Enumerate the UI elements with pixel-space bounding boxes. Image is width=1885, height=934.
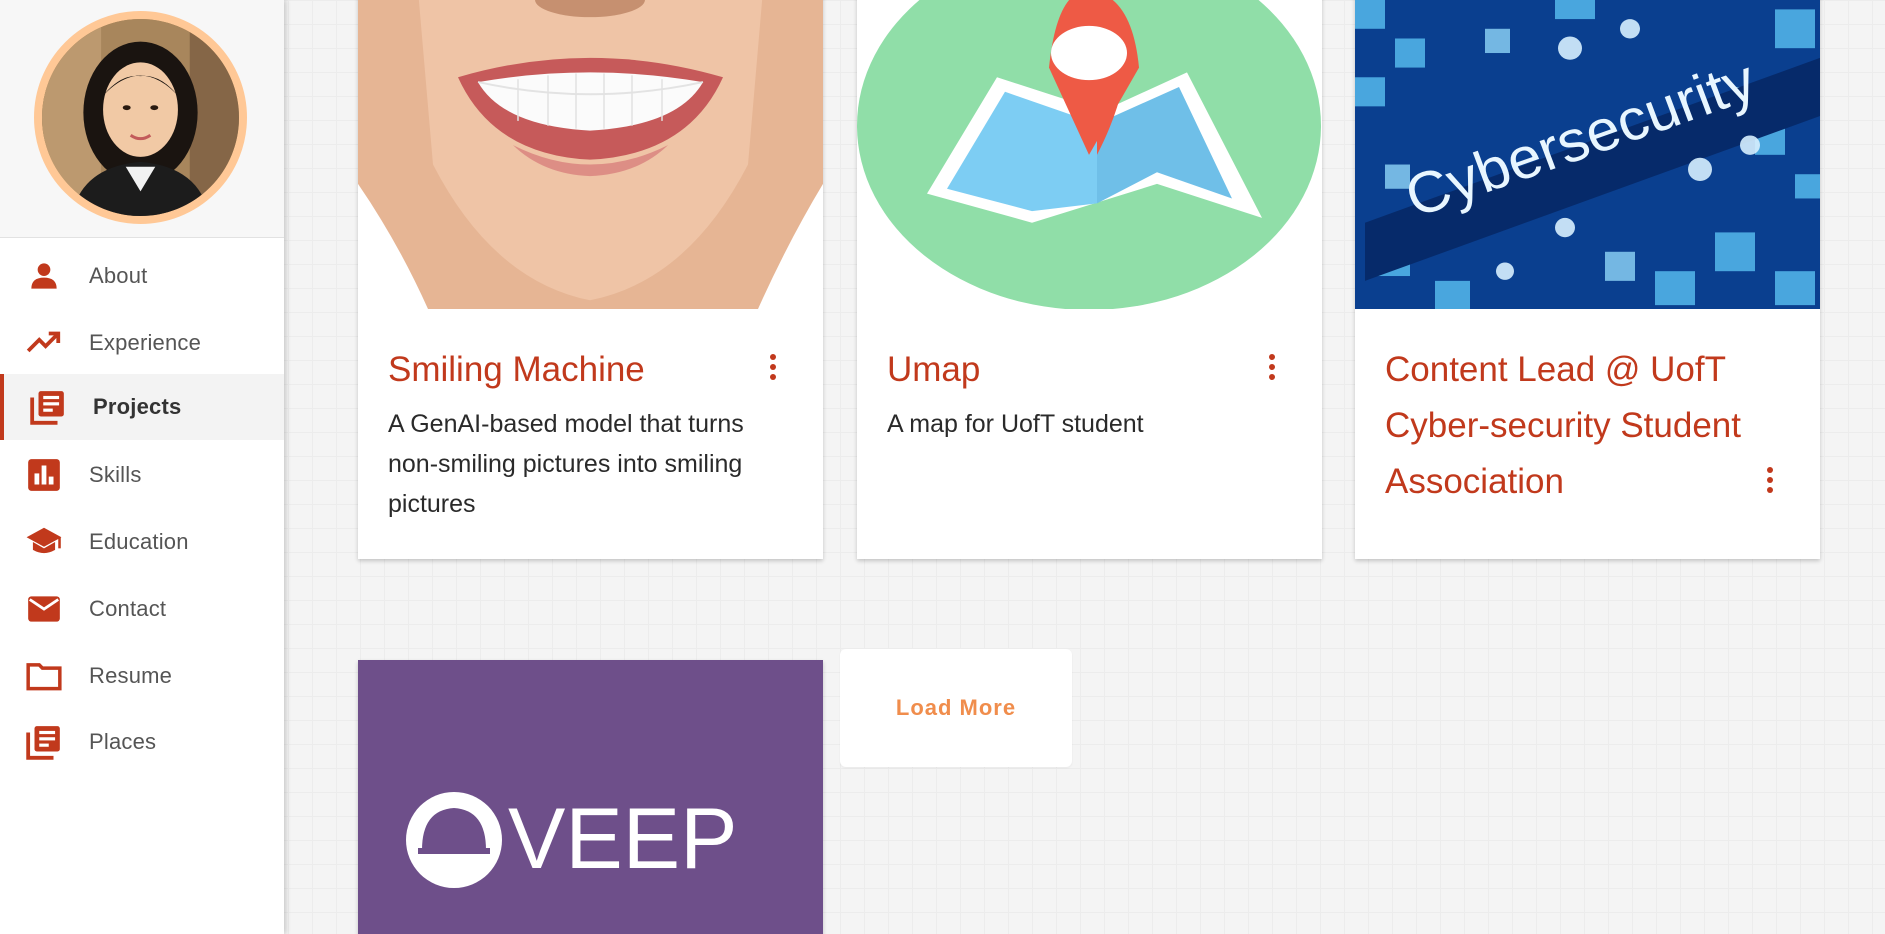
sidebar-item-label: Contact: [89, 596, 167, 621]
sidebar-item-label: Education: [89, 529, 189, 554]
veep-logo: VEEP: [406, 791, 737, 888]
sidebar-item-contact[interactable]: Contact: [0, 576, 284, 642]
mail-icon: [24, 589, 64, 629]
project-card-smiling-machine[interactable]: Smiling Machine A GenAI-based model that…: [358, 0, 823, 559]
sidebar-item-label: Skills: [89, 462, 142, 487]
sidebar-item-label: Experience: [89, 330, 202, 355]
folder-icon: [24, 656, 64, 696]
sidebar-item-experience[interactable]: Experience: [0, 310, 284, 376]
sidebar-item-label: Projects: [93, 394, 182, 419]
project-card-veep[interactable]: VEEP: [358, 660, 823, 934]
trending-up-icon: [24, 323, 64, 363]
card-title[interactable]: Smiling Machine: [388, 342, 748, 398]
more-vert-icon[interactable]: [1258, 347, 1286, 387]
sidebar-item-skills[interactable]: Skills: [0, 442, 284, 508]
sidebar: About Experience Projects Skills Educati…: [0, 0, 284, 934]
project-card-cybersecurity[interactable]: Cybersecurity Content Lead @ UofT Cyber-…: [1355, 0, 1820, 559]
bar-chart-icon: [24, 455, 64, 495]
sidebar-item-places[interactable]: Places: [0, 709, 284, 775]
project-card-umap[interactable]: Umap A map for UofT student: [857, 0, 1322, 559]
project-image-cybersecurity: Cybersecurity: [1355, 0, 1820, 309]
load-more-button[interactable]: Load More: [840, 649, 1072, 767]
project-image-smile: [358, 0, 823, 309]
card-title[interactable]: Umap: [887, 342, 1247, 398]
sidebar-item-label: Places: [89, 729, 157, 754]
project-image-map: [857, 0, 1322, 309]
sidebar-item-label: About: [89, 263, 148, 288]
library-books-icon: [28, 387, 68, 427]
veep-logo-text: VEEP: [508, 791, 737, 887]
sidebar-item-education[interactable]: Education: [0, 509, 284, 575]
profile-area: [0, 0, 284, 238]
graduation-cap-icon: [24, 522, 64, 562]
card-description: A map for UofT student: [887, 410, 1144, 438]
avatar: [34, 11, 247, 224]
card-description: A GenAI-based model that turns non-smili…: [388, 410, 744, 518]
library-books-icon: [24, 722, 64, 762]
person-icon: [24, 256, 64, 296]
more-vert-icon[interactable]: [759, 347, 787, 387]
sidebar-item-about[interactable]: About: [0, 243, 284, 309]
sidebar-item-resume[interactable]: Resume: [0, 643, 284, 709]
card-title[interactable]: Content Lead @ UofT Cyber-security Stude…: [1385, 342, 1785, 510]
more-vert-icon[interactable]: [1756, 460, 1784, 500]
profile-photo: [42, 19, 239, 216]
sidebar-item-label: Resume: [89, 663, 173, 688]
sidebar-item-projects[interactable]: Projects: [0, 374, 284, 440]
